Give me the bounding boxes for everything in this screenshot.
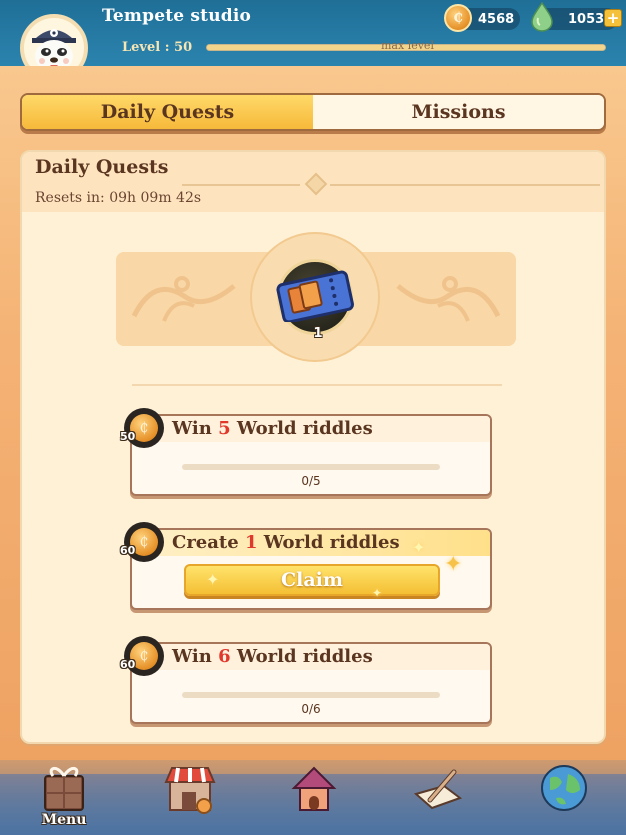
quest-progress-bar xyxy=(182,692,440,698)
nav-menu[interactable]: Menu xyxy=(34,760,94,835)
card-title: Daily Quests xyxy=(35,156,169,178)
quest-reward-amount: 60 xyxy=(120,658,136,671)
sparkle-icon: ✦ xyxy=(206,570,220,589)
globe-icon xyxy=(541,765,587,811)
section-divider xyxy=(132,384,502,386)
quest-progress-bar xyxy=(182,464,440,470)
left-flourish-icon xyxy=(131,276,236,322)
nav-home[interactable] xyxy=(284,760,344,835)
bottom-nav: Menu xyxy=(0,760,626,835)
sparkle-icon: ✦ xyxy=(412,538,426,557)
right-flourish-icon xyxy=(396,276,501,322)
quest-title: Win 6 World riddles xyxy=(132,644,490,670)
quest-title: Create 1 World riddles xyxy=(132,530,490,556)
shop-icon xyxy=(164,767,216,814)
quest-reward-badge: ₵ 60 xyxy=(120,636,164,676)
quest-title-suffix: World riddles xyxy=(230,418,373,439)
tab-daily-quests[interactable]: Daily Quests xyxy=(22,95,313,129)
quest-title: Win 5 World riddles xyxy=(132,416,490,442)
quest-progress-text: 0/6 xyxy=(301,702,321,716)
house-icon xyxy=(291,766,337,811)
top-bar: Tempete studio Level : 50 max level ₵ 45… xyxy=(0,0,626,70)
sparkle-icon: ✦ xyxy=(444,552,463,577)
tab-bar: Daily Quests Missions xyxy=(20,93,606,131)
header-ornament-left xyxy=(182,184,300,186)
reset-timer: Resets in: 09h 09m 42s xyxy=(35,190,202,206)
header-ornament-icon xyxy=(304,172,328,196)
daily-quests-card: Daily Quests Resets in: 09h 09m 42s 1 Wi… xyxy=(20,150,606,744)
quest-target-number: 1 xyxy=(244,532,258,553)
claim-button[interactable]: Claim xyxy=(184,564,440,596)
card-header: Daily Quests Resets in: 09h 09m 42s xyxy=(22,152,604,212)
quest-title-prefix: Win xyxy=(172,646,219,667)
drop-icon xyxy=(531,2,553,32)
quest-reward-badge: ₵ 50 xyxy=(120,408,164,448)
card-pack-ticket-icon xyxy=(276,270,354,322)
drop-amount: 1053 xyxy=(568,11,605,27)
quest-title-suffix: World riddles xyxy=(257,532,400,553)
quest-target-number: 6 xyxy=(218,646,231,667)
writing-icon xyxy=(413,769,463,810)
player-name: Tempete studio xyxy=(102,6,252,26)
reward-count: 1 xyxy=(313,326,323,341)
quest-progress-text: 0/5 xyxy=(301,474,321,488)
quest-item: Win 6 World riddles 0/6 ₵ 60 xyxy=(120,636,492,724)
nav-create[interactable] xyxy=(408,760,468,835)
nav-shop[interactable] xyxy=(160,760,220,835)
quest-title-suffix: World riddles xyxy=(230,646,373,667)
coin-icon: ₵ xyxy=(444,4,472,32)
quest-target-number: 5 xyxy=(218,418,231,439)
drop-counter[interactable]: 1053 + xyxy=(531,2,622,32)
tab-missions[interactable]: Missions xyxy=(313,95,604,129)
nav-menu-label: Menu xyxy=(41,812,87,828)
quest-title-prefix: Create xyxy=(172,532,245,553)
sparkle-icon: ✦ xyxy=(372,586,383,600)
level-progress-text: max level xyxy=(381,39,434,52)
level-label: Level : 50 xyxy=(122,40,193,55)
quest-item: Win 5 World riddles 0/5 ₵ 50 xyxy=(120,408,492,496)
nav-world[interactable] xyxy=(534,760,594,835)
add-currency-button[interactable]: + xyxy=(604,9,622,27)
quest-reward-amount: 60 xyxy=(120,544,136,557)
quest-title-prefix: Win xyxy=(172,418,219,439)
quest-item: Create 1 World riddles Claim ₵ 60 ✦ ✦ ✦ … xyxy=(120,522,492,610)
quest-reward-amount: 50 xyxy=(120,430,136,443)
quest-reward-badge: ₵ 60 xyxy=(120,522,164,562)
menu-gift-icon xyxy=(44,767,84,811)
coin-amount: 4568 xyxy=(478,11,515,27)
header-ornament-right xyxy=(330,184,600,186)
coin-counter[interactable]: ₵ 4568 xyxy=(444,4,520,32)
